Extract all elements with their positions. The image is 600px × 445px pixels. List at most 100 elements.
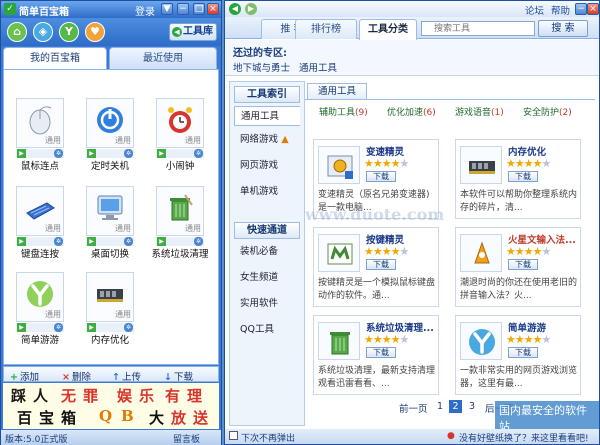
tool-item[interactable]: 通用 ▶ ✲ 鼠标连点 (6, 96, 66, 172)
download-button[interactable]: 下载 (508, 171, 538, 182)
download-button[interactable]: 下载 (366, 347, 396, 358)
maximize-icon[interactable]: □ (193, 3, 205, 15)
download-button[interactable]: 下载 (366, 259, 396, 270)
quick-channel-item[interactable]: 女生频道 (234, 268, 300, 288)
banner-char: 踩 (11, 387, 27, 405)
tab-my-toolbox[interactable]: 我的百宝箱 (3, 47, 107, 69)
subcategory-label: 游戏语音 (455, 108, 492, 118)
tool-index-panel: 工具索引 通用工具 网络游戏 ▲ 网页游戏 单机游戏 快速通道 装机必备 女生频… (229, 81, 305, 426)
mars-input-icon (474, 241, 490, 264)
forum-link[interactable]: 论坛 (525, 3, 544, 17)
subcategory-link[interactable]: 优化加速(6) (387, 105, 436, 118)
index-item[interactable]: 单机游戏 (234, 182, 300, 202)
page-link-current[interactable]: 2 (449, 400, 462, 413)
quick-channel-item[interactable]: QQ工具 (234, 320, 300, 340)
login-link[interactable]: 登录 (135, 3, 155, 18)
play-icon[interactable]: ▶ (17, 237, 26, 246)
settings-icon[interactable]: ✲ (54, 323, 63, 332)
left-toolbar: ⌂ ◈ Y ♥ ◀ 工具库 (1, 18, 221, 46)
tool-thumb: 通用 (156, 98, 204, 148)
promo-banner[interactable]: 踩 人 无 罪 娱 乐 有 理 百 宝 箱 Q B 大 放 送 (3, 383, 219, 429)
index-item[interactable]: 网页游戏 (234, 156, 300, 176)
tool-item[interactable]: 通用 ▶ ✲ 内存优化 (76, 270, 136, 346)
banner-char: 放 (171, 409, 187, 427)
settings-icon[interactable]: ✲ (124, 149, 133, 158)
delete-label: 删除 (72, 372, 92, 383)
tab-ranking[interactable]: 排行榜 (295, 19, 357, 39)
quick-channel-item[interactable]: 实用软件 (234, 294, 300, 314)
tool-card[interactable]: 内存优化 ★★★★★ 下载 本软件可以帮助你整理系统内存的碎片，清... (455, 139, 581, 219)
tool-card[interactable]: 按键精灵 ★★★★★ 下载 按键精灵是一个模拟鼠标键盘动作的软件。通... (313, 227, 439, 307)
visited-link[interactable]: 地下城与勇士 (233, 60, 290, 74)
tool-item[interactable]: 通用 ▶ ✲ 简单游游 (6, 270, 66, 346)
index-item[interactable]: 网络游戏 ▲ (234, 130, 300, 150)
forward-icon[interactable]: ▶ (245, 3, 257, 15)
alarm-clock-icon (168, 107, 192, 133)
tool-item[interactable]: 通用 ▶ ✲ 键盘连按 (6, 184, 66, 260)
play-icon[interactable]: ▶ (87, 237, 96, 246)
play-icon[interactable]: ▶ (87, 149, 96, 158)
help-link[interactable]: 帮助 (551, 3, 570, 17)
settings-icon[interactable]: ✲ (124, 237, 133, 246)
download-button[interactable]: ↓ 下载 (164, 369, 193, 383)
download-button[interactable]: 下载 (508, 347, 538, 358)
index-item[interactable]: 通用工具 (234, 106, 300, 126)
subtab-general-tools[interactable]: 通用工具 (307, 83, 367, 99)
page-link[interactable]: 1 (437, 401, 443, 412)
tool-item[interactable]: 通用 ▶ ✲ 系统垃圾清理 (146, 184, 209, 260)
delete-button[interactable]: × 删除 (62, 369, 91, 383)
play-icon[interactable]: ▶ (157, 237, 166, 246)
settings-icon[interactable]: ✲ (124, 323, 133, 332)
star-icon: ★ (506, 157, 516, 170)
subcategory-count: (2) (559, 108, 572, 118)
tool-library-window: ◀ ▶ 论坛 帮助 − × 推 荐 排行榜 工具分类 搜 索 还过的专区: 地下… (224, 0, 600, 445)
play-icon[interactable]: ▶ (157, 149, 166, 158)
subcategory-label: 安全防护 (523, 108, 560, 118)
add-label: 添加 (20, 372, 40, 383)
minimize-icon[interactable]: − (177, 3, 189, 15)
tool-item[interactable]: 通用 ▶ ✲ 定时关机 (76, 96, 136, 172)
back-icon[interactable]: ◀ (229, 3, 241, 15)
subcategory-link[interactable]: 安全防护(2) (523, 105, 572, 118)
tool-card[interactable]: 简单游游 ★★★★★ 下载 一款非常实用的网页游戏浏览器，这里有最... (455, 315, 581, 395)
no-popup-checkbox[interactable] (229, 431, 238, 440)
search-button[interactable]: 搜 索 (538, 20, 588, 37)
tab-recent[interactable]: 最近使用 (109, 47, 217, 69)
wallpaper-tip-link[interactable]: 没有好壁纸换了？来这里看看吧! (459, 431, 589, 444)
skin-icon[interactable]: ▼ (161, 3, 173, 15)
play-icon[interactable]: ▶ (17, 323, 26, 332)
home-icon[interactable]: ⌂ (7, 22, 27, 42)
tab-tool-category[interactable]: 工具分类 (359, 19, 417, 40)
shield-icon[interactable]: ◈ (33, 22, 53, 42)
close-icon[interactable]: × (587, 3, 599, 15)
rating-stars: ★★★★★ (364, 333, 409, 346)
upload-button[interactable]: ↑ 上传 (112, 369, 141, 383)
settings-icon[interactable]: ✲ (194, 237, 203, 246)
game-icon[interactable]: ♥ (85, 22, 105, 42)
settings-icon[interactable]: ✲ (54, 149, 63, 158)
minimize-icon[interactable]: − (575, 3, 587, 15)
visited-link[interactable]: 通用工具 (299, 60, 337, 74)
download-button[interactable]: 下载 (508, 259, 538, 270)
y-logo-icon[interactable]: Y (59, 22, 79, 42)
play-icon[interactable]: ▶ (87, 323, 96, 332)
tool-card[interactable]: 系统垃圾清理... ★★★★★ 下载 系统垃圾清理，最新支持清理观看迅雷看看、.… (313, 315, 439, 395)
tool-library-button[interactable]: ◀ 工具库 (169, 23, 217, 41)
subcategory-link[interactable]: 辅助工具(9) (319, 105, 368, 118)
search-input[interactable] (421, 21, 535, 36)
tool-card[interactable]: 火星文输入法... ★★★★★ 下载 潮退时尚的你还在使用老旧的拼音输入法？火.… (455, 227, 581, 307)
prev-page-link[interactable]: 前一页 (399, 401, 428, 415)
subcategory-link[interactable]: 游戏语音(1) (455, 105, 504, 118)
message-board-link[interactable]: 留言板 (173, 432, 200, 445)
download-button[interactable]: 下载 (366, 171, 396, 182)
tool-item[interactable]: 通用 ▶ ✲ 桌面切换 (76, 184, 136, 260)
page-link[interactable]: 3 (469, 401, 475, 412)
add-button[interactable]: + 添加 (10, 369, 39, 383)
settings-icon[interactable]: ✲ (54, 237, 63, 246)
play-icon[interactable]: ▶ (17, 149, 26, 158)
settings-icon[interactable]: ✲ (194, 149, 203, 158)
quick-channel-item[interactable]: 装机必备 (234, 242, 300, 262)
close-icon[interactable]: × (207, 3, 219, 15)
tool-item[interactable]: 通用 ▶ ✲ 小闹钟 (146, 96, 206, 172)
tool-controls: ▶ ✲ (86, 323, 134, 332)
